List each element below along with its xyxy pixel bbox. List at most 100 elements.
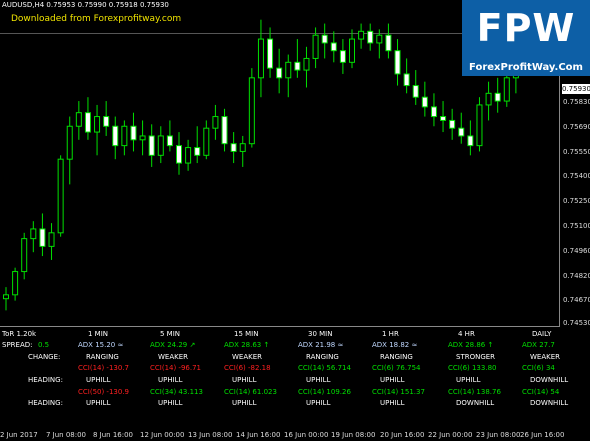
cci-value-2: CCI(14) 151.37 — [372, 388, 425, 396]
trend-change: STRONGER — [456, 353, 496, 361]
symbol-title: AUDUSD,H4 0.75953 0.75990 0.75918 0.7593… — [2, 1, 169, 9]
candle-body — [239, 143, 246, 152]
trend-change: WEAKER — [232, 353, 263, 361]
date-axis-label: 23 Jun 08:00 — [476, 431, 521, 439]
date-axis-label: 13 Jun 08:00 — [188, 431, 233, 439]
spread-label: SPREAD: — [2, 341, 33, 349]
date-axis-label: 12 Jun 00:00 — [140, 431, 185, 439]
candle-body — [440, 116, 447, 121]
candle-body — [257, 38, 264, 79]
candle-body — [358, 30, 365, 40]
price-axis-label: 0.75400 — [563, 172, 590, 180]
candle-body — [503, 77, 510, 102]
date-axis-label: 26 Jun 16:00 — [520, 431, 565, 439]
heading-value-2: DOWNHILL — [530, 399, 569, 407]
tor-label: ToR 1.20k — [2, 330, 37, 338]
heading-value-1: UPHILL — [380, 376, 405, 384]
cci-value-2: CCI(50) -130.9 — [78, 388, 129, 396]
candle-body — [385, 34, 392, 52]
timeframe-label: 15 MIN — [234, 330, 259, 338]
candle-body — [285, 61, 292, 79]
adx-value: ADX 28.86 ↑ — [448, 341, 494, 349]
change-label: CHANGE: — [28, 353, 61, 361]
candle-body — [157, 135, 164, 156]
heading-value-1: UPHILL — [158, 376, 183, 384]
fpw-logo: FPW ForexProfitWay.Com — [462, 0, 590, 76]
cci-value-1: CCI(14) -96.71 — [150, 364, 201, 372]
candle-body — [430, 106, 437, 118]
candle-body — [166, 135, 173, 147]
candle-body — [148, 135, 155, 156]
price-axis-label: 0.75830 — [563, 98, 590, 106]
candle-body — [312, 34, 319, 59]
indicator-panel: ToR 1.20k SPREAD: 0.5 CHANGE: HEADING: H… — [0, 327, 568, 431]
candle-body — [276, 67, 283, 79]
candle-body — [339, 50, 346, 63]
cci-value-2: CCI(14) 61.023 — [224, 388, 277, 396]
candle-body — [230, 143, 237, 152]
timeframe-label: 4 HR — [458, 330, 475, 338]
candle-body — [485, 92, 492, 106]
heading-value-1: UPHILL — [232, 376, 257, 384]
date-axis-label: 2 Jun 2017 — [0, 431, 38, 439]
heading-value-2: UPHILL — [306, 399, 331, 407]
candle-body — [303, 57, 310, 71]
price-axis-label: 0.75550 — [563, 148, 590, 156]
price-axis-label: 0.75100 — [563, 222, 590, 230]
heading-value-1: UPHILL — [306, 376, 331, 384]
trend-change: RANGING — [306, 353, 339, 361]
candle-body — [376, 34, 383, 44]
candle-body — [367, 30, 374, 44]
cci-value-1: CCI(6) 76.754 — [372, 364, 421, 372]
candle-body — [112, 125, 119, 147]
date-axis-label: 19 Jun 08:00 — [331, 431, 376, 439]
candle-body — [3, 294, 9, 300]
price-axis-label: 0.75250 — [563, 197, 590, 205]
candle-body — [294, 61, 301, 71]
heading-value-1: DOWNHILL — [530, 376, 569, 384]
candle-body — [349, 38, 355, 63]
heading-value-2: UPHILL — [232, 399, 257, 407]
adx-value: ADX 28.63 ↑ — [224, 341, 270, 349]
candle-body — [39, 228, 46, 247]
candle-body — [421, 96, 428, 108]
candle-body — [221, 116, 228, 145]
heading-label-2: HEADING: — [28, 399, 63, 407]
heading-value-1: UPHILL — [456, 376, 481, 384]
candle-body — [57, 158, 64, 234]
candle-body — [248, 77, 255, 145]
heading-value-2: UPHILL — [158, 399, 183, 407]
adx-value: ADX 18.82 ≈ — [372, 341, 418, 349]
adx-value: ADX 24.29 ↗ — [150, 341, 196, 349]
heading-value-2: UPHILL — [380, 399, 405, 407]
timeframe-label: 5 MIN — [160, 330, 181, 338]
cci-value-2: CCI(14) 138.76 — [448, 388, 501, 396]
candle-body — [412, 85, 419, 98]
candle-body — [12, 271, 19, 296]
price-axis-label: 0.74670 — [563, 296, 590, 304]
candle-body — [267, 38, 274, 69]
candle-body — [403, 73, 410, 87]
current-price-marker: 0.75930 — [562, 84, 590, 94]
candle-body — [94, 116, 101, 133]
candle-body — [212, 116, 219, 129]
candle-body — [494, 92, 501, 102]
candle-body — [121, 125, 128, 147]
cci-value-1: CCI(6) 133.80 — [448, 364, 497, 372]
price-axis-label: 0.75690 — [563, 123, 590, 131]
heading-label-1: HEADING: — [28, 376, 63, 384]
candle-body — [394, 50, 401, 75]
cci-value-1: CCI(6) -82.18 — [224, 364, 271, 372]
candle-body — [66, 125, 73, 160]
candle-body — [21, 238, 28, 273]
candle-body — [30, 228, 37, 240]
candle-body — [449, 119, 456, 129]
candle-body — [458, 127, 465, 137]
cci-value-2: CCI(14) 109.26 — [298, 388, 351, 396]
timeframe-label: 30 MIN — [308, 330, 333, 338]
candle-body — [194, 147, 201, 156]
heading-value-1: UPHILL — [86, 376, 111, 384]
heading-value-2: DOWNHILL — [456, 399, 495, 407]
candle-body — [330, 42, 337, 52]
cci-value-2: CCI(34) 43.113 — [150, 388, 203, 396]
